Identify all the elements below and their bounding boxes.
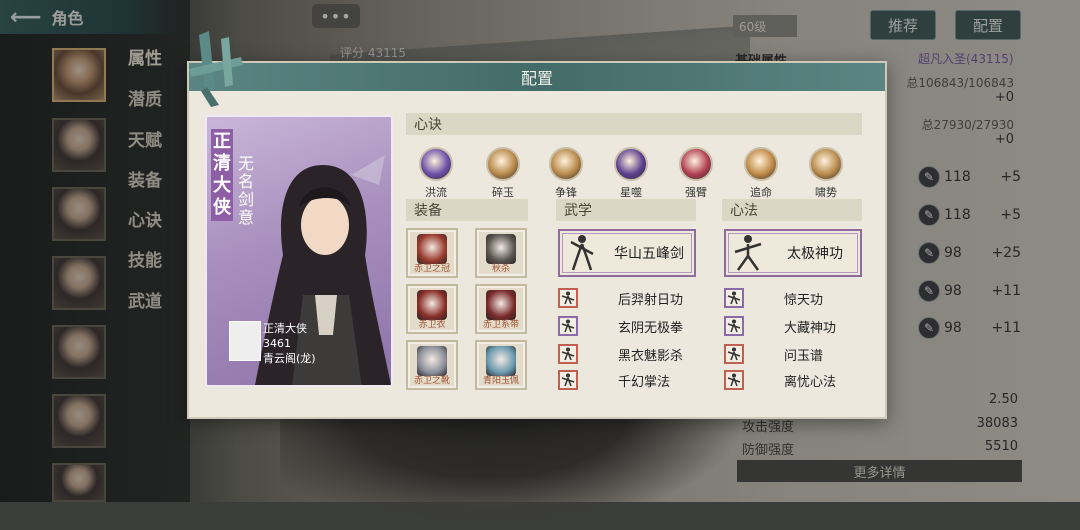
equip-name: 赤卫之靴 — [413, 376, 450, 386]
xinjue-orb-icon — [486, 147, 520, 181]
wuxue-skill-row[interactable]: 黑衣魅影杀 — [558, 343, 708, 365]
equip-item-icon — [417, 290, 447, 320]
skill-stance-icon — [724, 316, 744, 336]
skill-stance-icon — [724, 370, 744, 390]
xinfa-skill-row[interactable]: 离忧心法 — [724, 369, 874, 391]
player-name: 正清大侠 — [263, 322, 307, 335]
xinjue-label: 啸势 — [815, 186, 837, 199]
portrait-title: 正清大侠 — [211, 129, 233, 221]
equip-slot[interactable]: 赤卫衣 — [406, 284, 458, 334]
skill-stance-icon — [558, 288, 578, 308]
xinjue-label: 碎玉 — [492, 186, 514, 199]
xinfa-skill-row[interactable]: 问玉谱 — [724, 343, 874, 365]
xinjue-orb-icon — [549, 147, 583, 181]
modal-header: 配置 — [189, 63, 885, 91]
wuxue-header: 武学 — [556, 199, 696, 221]
player-score: 3461 — [263, 337, 291, 350]
xinjue-label: 强臂 — [685, 186, 707, 199]
xinjue-label: 争锋 — [555, 186, 577, 199]
sword-ornament-icon — [189, 31, 243, 107]
xinjue-label: 洪流 — [425, 186, 447, 199]
wuxue-main-skill[interactable]: 华山五峰剑 — [558, 229, 696, 277]
equip-name: 赤卫之冠 — [413, 264, 450, 274]
xinfa-skill-row[interactable]: 大藏神功 — [724, 315, 874, 337]
xinjue-slot[interactable]: 强臂 — [671, 147, 721, 200]
equip-item-icon — [417, 234, 447, 264]
equip-item-icon — [486, 346, 516, 376]
xinjue-header: 心诀 — [406, 113, 862, 135]
xinjue-label: 星噬 — [620, 186, 642, 199]
xinfa-main-name: 太极神功 — [787, 246, 843, 262]
equip-slot[interactable]: 秋杀 — [475, 228, 527, 278]
player-thumbnail — [229, 321, 261, 361]
taiji-stance-icon — [726, 231, 770, 275]
xinjue-slot[interactable]: 洪流 — [411, 147, 461, 200]
equip-name: 赤卫系带 — [482, 320, 519, 330]
wuxue-skill-name: 后羿射日功 — [618, 292, 684, 308]
wuxue-main-name: 华山五峰剑 — [614, 246, 684, 262]
character-portrait-card: 正清大侠 无名剑意 正清大侠 3461 青云阁(龙) — [205, 115, 393, 387]
config-modal: 配置 正清大侠 无名剑意 正清大侠 3461 青云阁(龙) 心诀 洪流 碎玉 争锋 星… — [187, 31, 887, 419]
xinfa-header: 心法 — [722, 199, 862, 221]
wuxue-skill-name: 玄阴无极拳 — [618, 320, 684, 336]
xinfa-skill-name: 离忧心法 — [784, 374, 837, 390]
sword-stance-icon — [560, 231, 604, 275]
equip-item-icon — [486, 234, 516, 264]
xinjue-slot[interactable]: 争锋 — [541, 147, 591, 200]
equip-slot[interactable]: 青阳玉佩 — [475, 340, 527, 390]
xinfa-skill-name: 问玉谱 — [784, 348, 824, 364]
xinfa-skill-row[interactable]: 惊天功 — [724, 287, 874, 309]
xinfa-skill-name: 大藏神功 — [784, 320, 837, 336]
player-info: 正清大侠 3461 青云阁(龙) — [263, 321, 316, 366]
skill-stance-icon — [558, 316, 578, 336]
xinjue-orb-icon — [679, 147, 713, 181]
wuxue-skill-row[interactable]: 千幻掌法 — [558, 369, 708, 391]
skill-stance-icon — [558, 370, 578, 390]
wuxue-skill-row[interactable]: 后羿射日功 — [558, 287, 708, 309]
wuxue-skill-name: 黑衣魅影杀 — [618, 348, 684, 364]
skill-stance-icon — [724, 344, 744, 364]
skill-stance-icon — [558, 344, 578, 364]
equip-name: 青阳玉佩 — [482, 376, 519, 386]
modal-title: 配置 — [520, 69, 553, 88]
xinjue-orb-icon — [419, 147, 453, 181]
equip-slot[interactable]: 赤卫之冠 — [406, 228, 458, 278]
equip-name: 赤卫衣 — [418, 320, 446, 330]
portrait-subtitle: 无名剑意 — [237, 154, 254, 227]
equip-item-icon — [486, 290, 516, 320]
xinjue-slot[interactable]: 星噬 — [606, 147, 656, 200]
xinjue-slot[interactable]: 追命 — [736, 147, 786, 200]
xinjue-orb-icon — [744, 147, 778, 181]
player-guild: 青云阁(龙) — [263, 352, 316, 365]
equip-slot[interactable]: 赤卫系带 — [475, 284, 527, 334]
xinjue-orb-icon — [614, 147, 648, 181]
equip-slot[interactable]: 赤卫之靴 — [406, 340, 458, 390]
equip-name: 秋杀 — [491, 264, 510, 274]
xinjue-label: 追命 — [750, 186, 772, 199]
wuxue-skill-row[interactable]: 玄阴无极拳 — [558, 315, 708, 337]
xinfa-main-skill[interactable]: 太极神功 — [724, 229, 862, 277]
xinjue-slot[interactable]: 啸势 — [801, 147, 851, 200]
xinjue-slot[interactable]: 碎玉 — [478, 147, 528, 200]
skill-stance-icon — [724, 288, 744, 308]
xinjue-orb-icon — [809, 147, 843, 181]
xinfa-skill-name: 惊天功 — [784, 292, 824, 308]
wuxue-skill-name: 千幻掌法 — [618, 374, 671, 390]
equip-header: 装备 — [406, 199, 528, 221]
equip-item-icon — [417, 346, 447, 376]
